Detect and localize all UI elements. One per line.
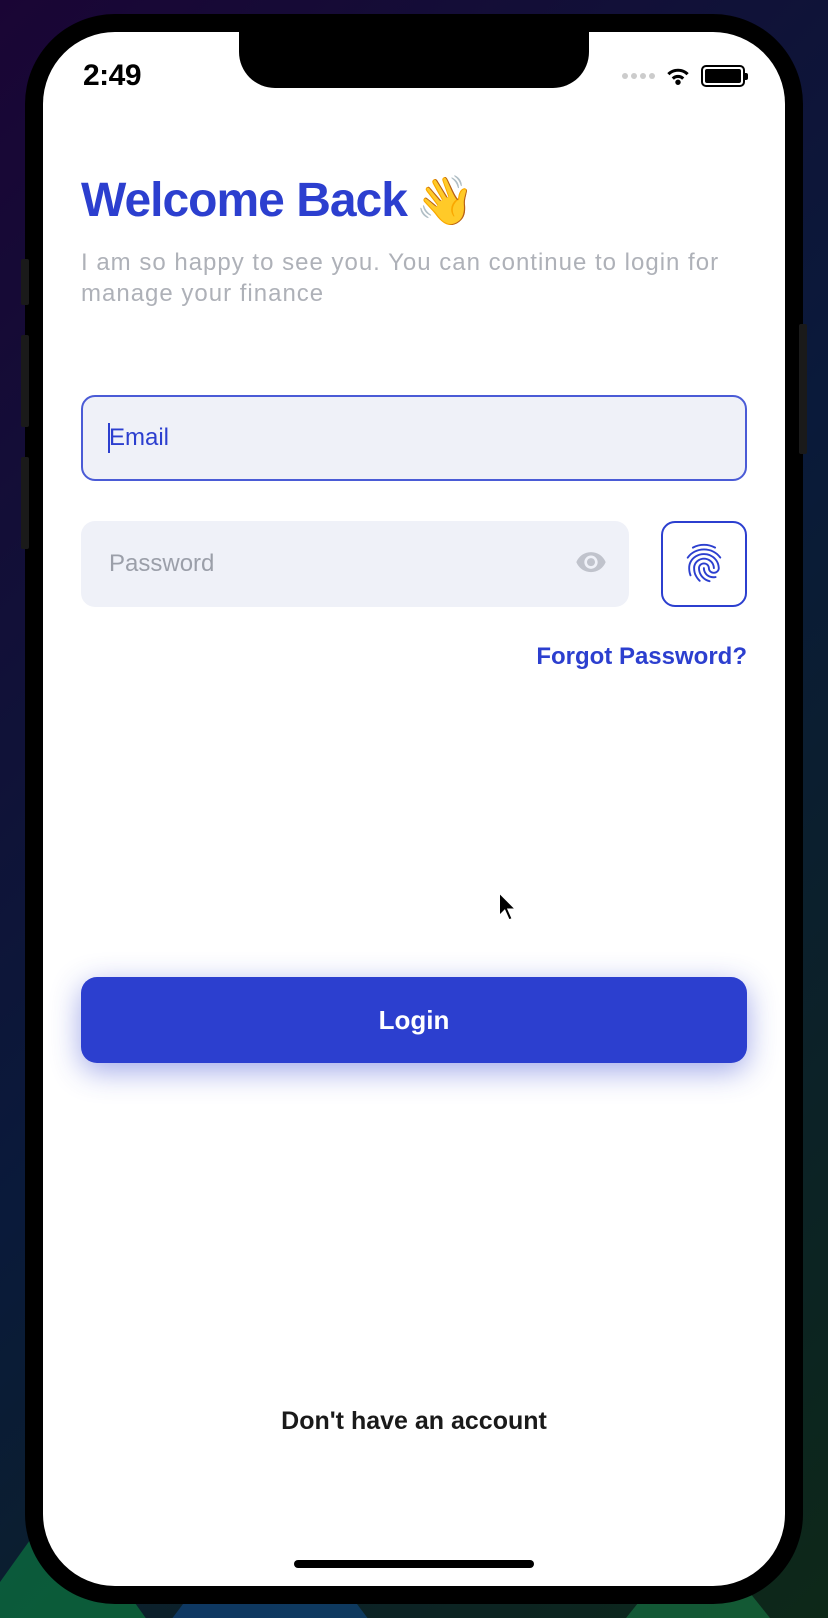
- email-field[interactable]: [81, 395, 747, 481]
- home-indicator[interactable]: [294, 1560, 534, 1568]
- page-subtitle: I am so happy to see you. You can contin…: [81, 247, 747, 309]
- screen: 2:49 Welcome Back 👋 I am so: [43, 32, 785, 1586]
- toggle-password-visibility-icon[interactable]: [575, 546, 607, 583]
- battery-icon: [701, 65, 745, 87]
- forgot-password-link[interactable]: Forgot Password?: [81, 643, 747, 671]
- wave-emoji-icon: 👋: [415, 172, 474, 229]
- title-text: Welcome Back: [81, 173, 407, 228]
- text-cursor: [108, 423, 110, 453]
- phone-device-frame: 2:49 Welcome Back 👋 I am so: [25, 14, 803, 1604]
- login-button[interactable]: Login: [81, 977, 747, 1063]
- login-screen-content: Welcome Back 👋 I am so happy to see you.…: [43, 32, 785, 1586]
- device-notch: [239, 32, 589, 88]
- email-field-wrapper: Email: [81, 395, 747, 481]
- fingerprint-login-button[interactable]: [661, 521, 747, 607]
- cellular-signal-icon: [622, 73, 655, 79]
- status-time: 2:49: [83, 59, 141, 93]
- password-field[interactable]: [81, 521, 629, 607]
- wifi-icon: [663, 65, 693, 87]
- password-field-wrapper: [81, 521, 629, 607]
- fingerprint-icon: [681, 540, 727, 589]
- page-title: Welcome Back 👋: [81, 172, 747, 229]
- signup-prompt[interactable]: Don't have an account: [43, 1407, 785, 1436]
